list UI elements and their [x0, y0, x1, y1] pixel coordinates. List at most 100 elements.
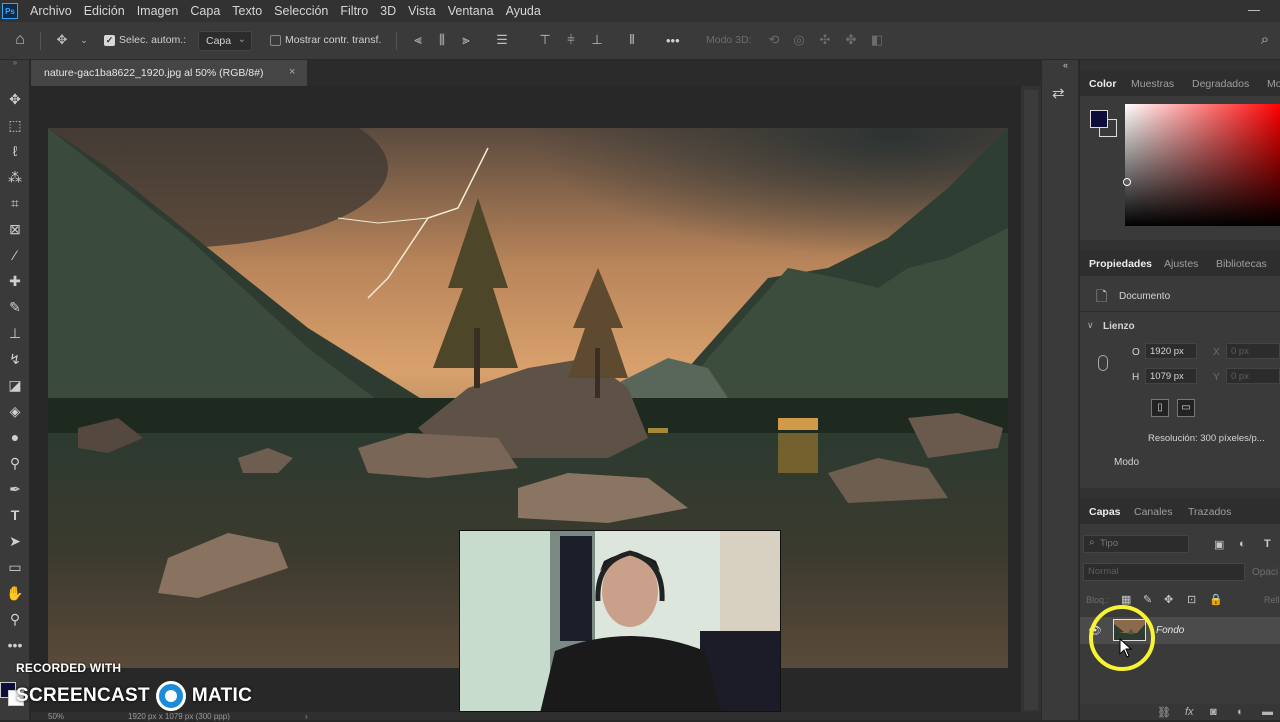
more-options-button[interactable]: ••• — [666, 33, 680, 48]
lasso-tool-icon[interactable]: ℓ — [4, 140, 26, 162]
tab-capas[interactable]: Capas — [1089, 506, 1121, 518]
lock-artboard-icon[interactable]: ⊡ — [1187, 593, 1196, 606]
marquee-tool-icon[interactable]: ⬚ — [4, 114, 26, 136]
menu-seleccion[interactable]: Selección — [268, 4, 334, 18]
panel-collapse-icon[interactable]: » — [0, 59, 30, 67]
search-icon[interactable]: ⌕ — [1257, 32, 1273, 48]
menu-edicion[interactable]: Edición — [78, 4, 131, 18]
tab-canales[interactable]: Canales — [1134, 506, 1173, 518]
status-menu-arrow[interactable]: › — [305, 712, 308, 722]
width-input[interactable]: 1920 px — [1145, 343, 1197, 359]
frame-tool-icon[interactable]: ⊠ — [4, 218, 26, 240]
tab-color[interactable]: Color — [1089, 78, 1116, 90]
align-center-h-icon[interactable]: ⫼ — [434, 32, 450, 48]
menu-ventana[interactable]: Ventana — [442, 4, 500, 18]
distribute-vertical-icon[interactable]: ☰ — [494, 32, 510, 48]
distribute-horizontal-icon[interactable]: ⫴ — [624, 32, 640, 48]
y-input[interactable]: 0 px — [1226, 368, 1280, 384]
auto-select-target-dropdown[interactable]: Capa ⌄ — [198, 31, 252, 51]
brush-tool-icon[interactable]: ✎ — [4, 296, 26, 318]
lock-image-icon[interactable]: ✎ — [1143, 593, 1152, 606]
add-mask-icon[interactable]: ◙ — [1210, 706, 1217, 718]
path-selection-tool-icon[interactable]: ➤ — [4, 530, 26, 552]
pen-tool-icon[interactable]: ✒ — [4, 478, 26, 500]
menu-texto[interactable]: Texto — [226, 4, 268, 18]
roll-3d-icon[interactable]: ◎ — [791, 32, 807, 48]
align-top-icon[interactable]: ⊤ — [537, 32, 553, 48]
tab-ajustes[interactable]: Ajustes — [1164, 258, 1198, 270]
menu-filtro[interactable]: Filtro — [334, 4, 374, 18]
edit-toolbar-icon[interactable]: ••• — [4, 634, 26, 656]
chevron-down-icon[interactable]: ∨ — [1087, 320, 1094, 331]
healing-brush-tool-icon[interactable]: ✚ — [4, 270, 26, 292]
document-tab[interactable]: nature-gac1ba8622_1920.jpg al 50% (RGB/8… — [31, 60, 307, 86]
magic-wand-tool-icon[interactable]: ⁂ — [4, 166, 26, 188]
link-layers-icon[interactable]: ⛓ — [1157, 706, 1171, 719]
minimize-window-icon[interactable] — [1248, 10, 1260, 11]
x-input[interactable]: 0 px — [1226, 343, 1280, 359]
align-middle-icon[interactable]: ⫩ — [563, 32, 579, 48]
menu-archivo[interactable]: Archivo — [24, 4, 78, 18]
chevron-down-icon[interactable]: ⌄ — [76, 32, 92, 48]
layer-filter-search-input[interactable]: Tipo — [1083, 535, 1189, 553]
color-picker-handle[interactable] — [1123, 178, 1131, 186]
clone-stamp-tool-icon[interactable]: ⊥ — [4, 322, 26, 344]
drag-3d-icon[interactable]: ✣ — [817, 32, 833, 48]
tab-muestras[interactable]: Muestras — [1131, 78, 1174, 90]
scale-3d-icon[interactable]: ◧ — [869, 32, 885, 48]
new-adjustment-layer-icon[interactable]: ◐ — [1237, 706, 1244, 718]
height-input[interactable]: 1079 px — [1145, 368, 1197, 384]
history-panel-icon[interactable]: ⇄ — [1052, 84, 1065, 102]
menu-3d[interactable]: 3D — [374, 4, 402, 18]
blend-mode-dropdown[interactable]: Normal — [1083, 563, 1245, 581]
dodge-tool-icon[interactable]: ⚲ — [4, 452, 26, 474]
slide-3d-icon[interactable]: ✤ — [843, 32, 859, 48]
move-tool-preset-icon[interactable]: ✥ — [54, 32, 70, 48]
align-bottom-icon[interactable]: ⊥ — [589, 32, 605, 48]
home-icon[interactable]: ⌂ — [12, 32, 28, 48]
menu-ayuda[interactable]: Ayuda — [500, 4, 547, 18]
align-left-icon[interactable]: ⫷ — [410, 32, 426, 48]
menu-imagen[interactable]: Imagen — [131, 4, 185, 18]
layer-name[interactable]: Fondo — [1156, 625, 1184, 636]
type-tool-icon[interactable]: T — [4, 504, 26, 526]
portrait-orientation-icon[interactable]: ▯ — [1151, 399, 1169, 417]
history-brush-tool-icon[interactable]: ↯ — [4, 348, 26, 370]
tab-bibliotecas[interactable]: Bibliotecas — [1216, 258, 1267, 270]
landscape-orientation-icon[interactable]: ▭ — [1177, 399, 1195, 417]
lienzo-section-title[interactable]: Lienzo — [1103, 321, 1135, 332]
zoom-tool-icon[interactable]: ⚲ — [4, 608, 26, 630]
new-group-icon[interactable]: ▬ — [1262, 706, 1273, 718]
lock-position-icon[interactable]: ✥ — [1164, 593, 1173, 606]
collapse-dock-icon[interactable]: « — [1063, 60, 1068, 70]
paint-bucket-tool-icon[interactable]: ◈ — [4, 400, 26, 422]
filter-pixel-icon[interactable]: ▣ — [1214, 538, 1224, 551]
show-transform-checkbox[interactable] — [270, 35, 281, 46]
tab-degradados[interactable]: Degradados — [1192, 78, 1249, 90]
tab-trazados[interactable]: Trazados — [1188, 506, 1231, 518]
scrollbar-thumb[interactable] — [1024, 90, 1038, 710]
filter-type-icon[interactable]: T — [1264, 538, 1271, 550]
blur-tool-icon[interactable]: ● — [4, 426, 26, 448]
hand-tool-icon[interactable]: ✋ — [4, 582, 26, 604]
tab-more[interactable]: Mo — [1267, 78, 1280, 90]
lock-all-icon[interactable]: 🔒 — [1209, 593, 1223, 606]
move-tool-icon[interactable]: ✥ — [4, 88, 26, 110]
layer-style-icon[interactable]: fx — [1185, 706, 1194, 718]
menu-vista[interactable]: Vista — [402, 4, 442, 18]
align-right-icon[interactable]: ⫸ — [458, 32, 474, 48]
rectangle-tool-icon[interactable]: ▭ — [4, 556, 26, 578]
close-document-icon[interactable]: × — [289, 66, 295, 78]
eyedropper-tool-icon[interactable]: ⁄ — [4, 244, 26, 266]
zoom-level[interactable]: 50% — [48, 712, 64, 722]
orbit-3d-icon[interactable]: ⟲ — [766, 32, 782, 48]
link-dimensions-icon[interactable] — [1098, 355, 1108, 371]
eraser-tool-icon[interactable]: ◪ — [4, 374, 26, 396]
auto-select-checkbox[interactable]: ✓ — [104, 35, 115, 46]
tab-propiedades[interactable]: Propiedades — [1089, 258, 1152, 270]
crop-tool-icon[interactable]: ⌗ — [4, 192, 26, 214]
color-picker-field[interactable] — [1125, 104, 1280, 226]
menu-capa[interactable]: Capa — [184, 4, 226, 18]
foreground-color-swatch[interactable] — [1090, 110, 1108, 128]
filter-adjustment-icon[interactable]: ◐ — [1239, 538, 1246, 550]
